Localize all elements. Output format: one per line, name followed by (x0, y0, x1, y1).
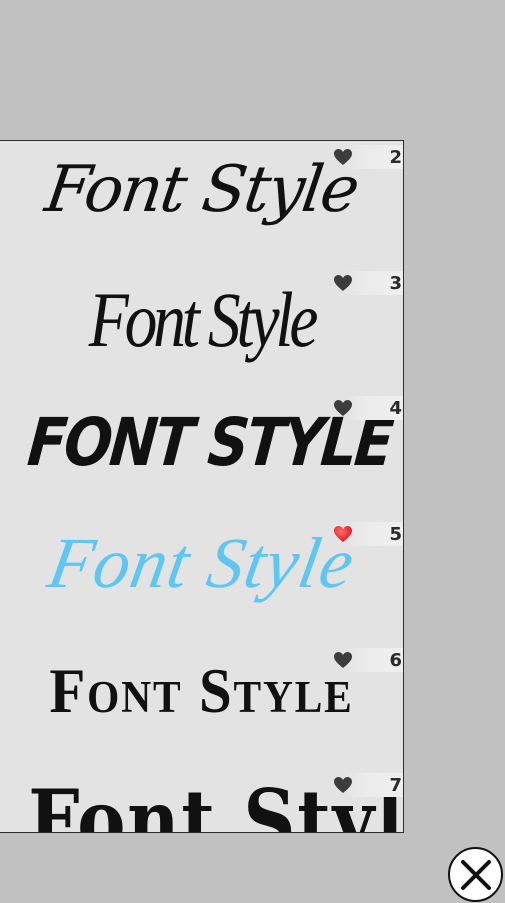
font-sample-text: Font Style (28, 771, 404, 833)
heart-icon[interactable] (333, 651, 353, 669)
heart-icon[interactable] (333, 148, 353, 166)
font-list-panel[interactable]: Font Style 2 Font Style 3 Font Style 4 F… (0, 140, 404, 833)
heart-icon[interactable] (333, 525, 353, 543)
font-row-5[interactable]: Font Style 5 (0, 518, 403, 643)
font-row-7[interactable]: Font Style 7 (0, 769, 404, 833)
font-row-2[interactable]: Font Style 2 (0, 141, 403, 266)
font-number: 3 (389, 273, 402, 294)
font-number: 4 (389, 398, 402, 419)
close-button[interactable] (448, 847, 503, 902)
font-sample-text: Font Style (49, 655, 354, 726)
font-sample-text: Font Style (24, 404, 395, 481)
font-number: 2 (389, 147, 402, 168)
font-row-3[interactable]: Font Style 3 (0, 267, 403, 392)
heart-icon[interactable] (333, 274, 353, 292)
font-row-4[interactable]: Font Style 4 (0, 392, 403, 517)
font-number: 6 (389, 650, 402, 671)
heart-icon[interactable] (333, 399, 353, 417)
close-icon (460, 859, 491, 890)
font-sample-text: Font Style (88, 276, 319, 363)
heart-icon[interactable] (333, 776, 353, 794)
font-row-6[interactable]: Font Style 6 (0, 644, 403, 769)
font-number: 5 (389, 524, 402, 545)
font-number: 7 (389, 775, 402, 796)
